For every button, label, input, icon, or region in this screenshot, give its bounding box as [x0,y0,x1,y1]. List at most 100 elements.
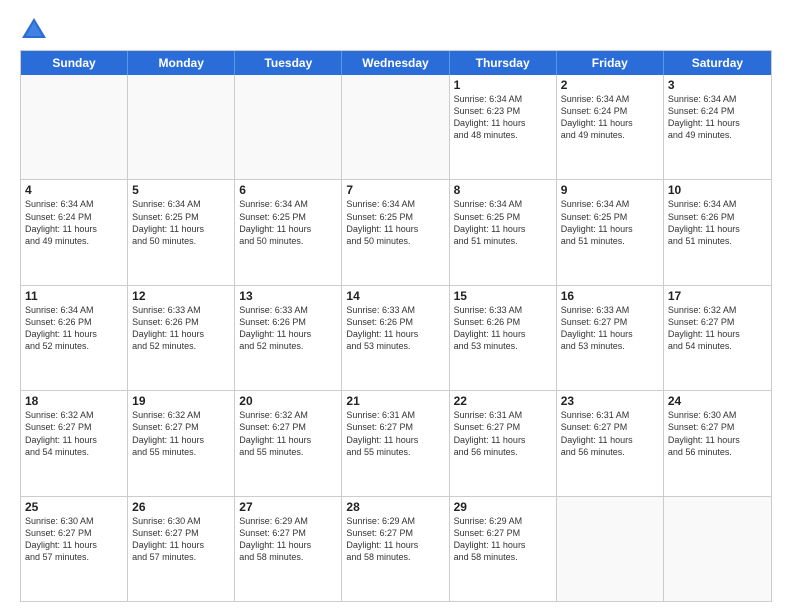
calendar-week-row: 1Sunrise: 6:34 AM Sunset: 6:23 PM Daylig… [21,75,771,180]
calendar: SundayMondayTuesdayWednesdayThursdayFrid… [20,50,772,602]
calendar-cell: 1Sunrise: 6:34 AM Sunset: 6:23 PM Daylig… [450,75,557,179]
cell-detail: Sunrise: 6:34 AM Sunset: 6:23 PM Dayligh… [454,93,552,142]
calendar-cell: 10Sunrise: 6:34 AM Sunset: 6:26 PM Dayli… [664,180,771,284]
calendar-cell: 29Sunrise: 6:29 AM Sunset: 6:27 PM Dayli… [450,497,557,601]
weekday-header: Tuesday [235,51,342,75]
day-number: 18 [25,394,123,408]
cell-detail: Sunrise: 6:34 AM Sunset: 6:26 PM Dayligh… [25,304,123,353]
day-number: 27 [239,500,337,514]
calendar-week-row: 25Sunrise: 6:30 AM Sunset: 6:27 PM Dayli… [21,497,771,601]
day-number: 1 [454,78,552,92]
calendar-cell: 4Sunrise: 6:34 AM Sunset: 6:24 PM Daylig… [21,180,128,284]
cell-detail: Sunrise: 6:34 AM Sunset: 6:25 PM Dayligh… [132,198,230,247]
cell-detail: Sunrise: 6:33 AM Sunset: 6:27 PM Dayligh… [561,304,659,353]
day-number: 16 [561,289,659,303]
cell-detail: Sunrise: 6:34 AM Sunset: 6:24 PM Dayligh… [25,198,123,247]
calendar-week-row: 4Sunrise: 6:34 AM Sunset: 6:24 PM Daylig… [21,180,771,285]
day-number: 26 [132,500,230,514]
day-number: 11 [25,289,123,303]
calendar-cell: 5Sunrise: 6:34 AM Sunset: 6:25 PM Daylig… [128,180,235,284]
cell-detail: Sunrise: 6:34 AM Sunset: 6:26 PM Dayligh… [668,198,767,247]
day-number: 15 [454,289,552,303]
calendar-cell: 13Sunrise: 6:33 AM Sunset: 6:26 PM Dayli… [235,286,342,390]
calendar-week-row: 18Sunrise: 6:32 AM Sunset: 6:27 PM Dayli… [21,391,771,496]
cell-detail: Sunrise: 6:33 AM Sunset: 6:26 PM Dayligh… [346,304,444,353]
calendar-cell: 9Sunrise: 6:34 AM Sunset: 6:25 PM Daylig… [557,180,664,284]
calendar-cell: 24Sunrise: 6:30 AM Sunset: 6:27 PM Dayli… [664,391,771,495]
calendar-cell: 12Sunrise: 6:33 AM Sunset: 6:26 PM Dayli… [128,286,235,390]
weekday-header: Thursday [450,51,557,75]
day-number: 13 [239,289,337,303]
cell-detail: Sunrise: 6:34 AM Sunset: 6:25 PM Dayligh… [239,198,337,247]
weekday-header: Monday [128,51,235,75]
day-number: 23 [561,394,659,408]
day-number: 3 [668,78,767,92]
day-number: 24 [668,394,767,408]
calendar-header-row: SundayMondayTuesdayWednesdayThursdayFrid… [21,51,771,75]
cell-detail: Sunrise: 6:33 AM Sunset: 6:26 PM Dayligh… [132,304,230,353]
logo [20,16,52,44]
cell-detail: Sunrise: 6:29 AM Sunset: 6:27 PM Dayligh… [346,515,444,564]
page: SundayMondayTuesdayWednesdayThursdayFrid… [0,0,792,612]
calendar-cell: 6Sunrise: 6:34 AM Sunset: 6:25 PM Daylig… [235,180,342,284]
calendar-cell: 16Sunrise: 6:33 AM Sunset: 6:27 PM Dayli… [557,286,664,390]
day-number: 7 [346,183,444,197]
calendar-cell: 26Sunrise: 6:30 AM Sunset: 6:27 PM Dayli… [128,497,235,601]
cell-detail: Sunrise: 6:31 AM Sunset: 6:27 PM Dayligh… [561,409,659,458]
calendar-cell: 22Sunrise: 6:31 AM Sunset: 6:27 PM Dayli… [450,391,557,495]
logo-icon [20,16,48,44]
day-number: 28 [346,500,444,514]
calendar-cell [557,497,664,601]
cell-detail: Sunrise: 6:30 AM Sunset: 6:27 PM Dayligh… [25,515,123,564]
calendar-body: 1Sunrise: 6:34 AM Sunset: 6:23 PM Daylig… [21,75,771,601]
cell-detail: Sunrise: 6:34 AM Sunset: 6:25 PM Dayligh… [561,198,659,247]
calendar-cell: 20Sunrise: 6:32 AM Sunset: 6:27 PM Dayli… [235,391,342,495]
calendar-cell: 11Sunrise: 6:34 AM Sunset: 6:26 PM Dayli… [21,286,128,390]
calendar-week-row: 11Sunrise: 6:34 AM Sunset: 6:26 PM Dayli… [21,286,771,391]
day-number: 29 [454,500,552,514]
weekday-header: Friday [557,51,664,75]
day-number: 2 [561,78,659,92]
calendar-cell: 25Sunrise: 6:30 AM Sunset: 6:27 PM Dayli… [21,497,128,601]
calendar-cell: 23Sunrise: 6:31 AM Sunset: 6:27 PM Dayli… [557,391,664,495]
day-number: 21 [346,394,444,408]
cell-detail: Sunrise: 6:29 AM Sunset: 6:27 PM Dayligh… [239,515,337,564]
cell-detail: Sunrise: 6:34 AM Sunset: 6:24 PM Dayligh… [668,93,767,142]
cell-detail: Sunrise: 6:29 AM Sunset: 6:27 PM Dayligh… [454,515,552,564]
calendar-cell: 14Sunrise: 6:33 AM Sunset: 6:26 PM Dayli… [342,286,449,390]
calendar-cell [21,75,128,179]
day-number: 14 [346,289,444,303]
calendar-cell: 18Sunrise: 6:32 AM Sunset: 6:27 PM Dayli… [21,391,128,495]
cell-detail: Sunrise: 6:30 AM Sunset: 6:27 PM Dayligh… [132,515,230,564]
weekday-header: Saturday [664,51,771,75]
calendar-cell: 2Sunrise: 6:34 AM Sunset: 6:24 PM Daylig… [557,75,664,179]
cell-detail: Sunrise: 6:32 AM Sunset: 6:27 PM Dayligh… [132,409,230,458]
day-number: 9 [561,183,659,197]
day-number: 6 [239,183,337,197]
calendar-cell: 27Sunrise: 6:29 AM Sunset: 6:27 PM Dayli… [235,497,342,601]
cell-detail: Sunrise: 6:32 AM Sunset: 6:27 PM Dayligh… [25,409,123,458]
day-number: 10 [668,183,767,197]
cell-detail: Sunrise: 6:33 AM Sunset: 6:26 PM Dayligh… [239,304,337,353]
cell-detail: Sunrise: 6:32 AM Sunset: 6:27 PM Dayligh… [668,304,767,353]
cell-detail: Sunrise: 6:31 AM Sunset: 6:27 PM Dayligh… [454,409,552,458]
header [20,16,772,44]
cell-detail: Sunrise: 6:34 AM Sunset: 6:25 PM Dayligh… [346,198,444,247]
day-number: 5 [132,183,230,197]
calendar-cell: 17Sunrise: 6:32 AM Sunset: 6:27 PM Dayli… [664,286,771,390]
calendar-cell: 21Sunrise: 6:31 AM Sunset: 6:27 PM Dayli… [342,391,449,495]
calendar-cell: 15Sunrise: 6:33 AM Sunset: 6:26 PM Dayli… [450,286,557,390]
weekday-header: Wednesday [342,51,449,75]
calendar-cell: 8Sunrise: 6:34 AM Sunset: 6:25 PM Daylig… [450,180,557,284]
weekday-header: Sunday [21,51,128,75]
cell-detail: Sunrise: 6:30 AM Sunset: 6:27 PM Dayligh… [668,409,767,458]
day-number: 20 [239,394,337,408]
cell-detail: Sunrise: 6:32 AM Sunset: 6:27 PM Dayligh… [239,409,337,458]
cell-detail: Sunrise: 6:34 AM Sunset: 6:24 PM Dayligh… [561,93,659,142]
calendar-cell [128,75,235,179]
cell-detail: Sunrise: 6:33 AM Sunset: 6:26 PM Dayligh… [454,304,552,353]
cell-detail: Sunrise: 6:34 AM Sunset: 6:25 PM Dayligh… [454,198,552,247]
calendar-cell: 7Sunrise: 6:34 AM Sunset: 6:25 PM Daylig… [342,180,449,284]
calendar-cell [664,497,771,601]
calendar-cell: 28Sunrise: 6:29 AM Sunset: 6:27 PM Dayli… [342,497,449,601]
